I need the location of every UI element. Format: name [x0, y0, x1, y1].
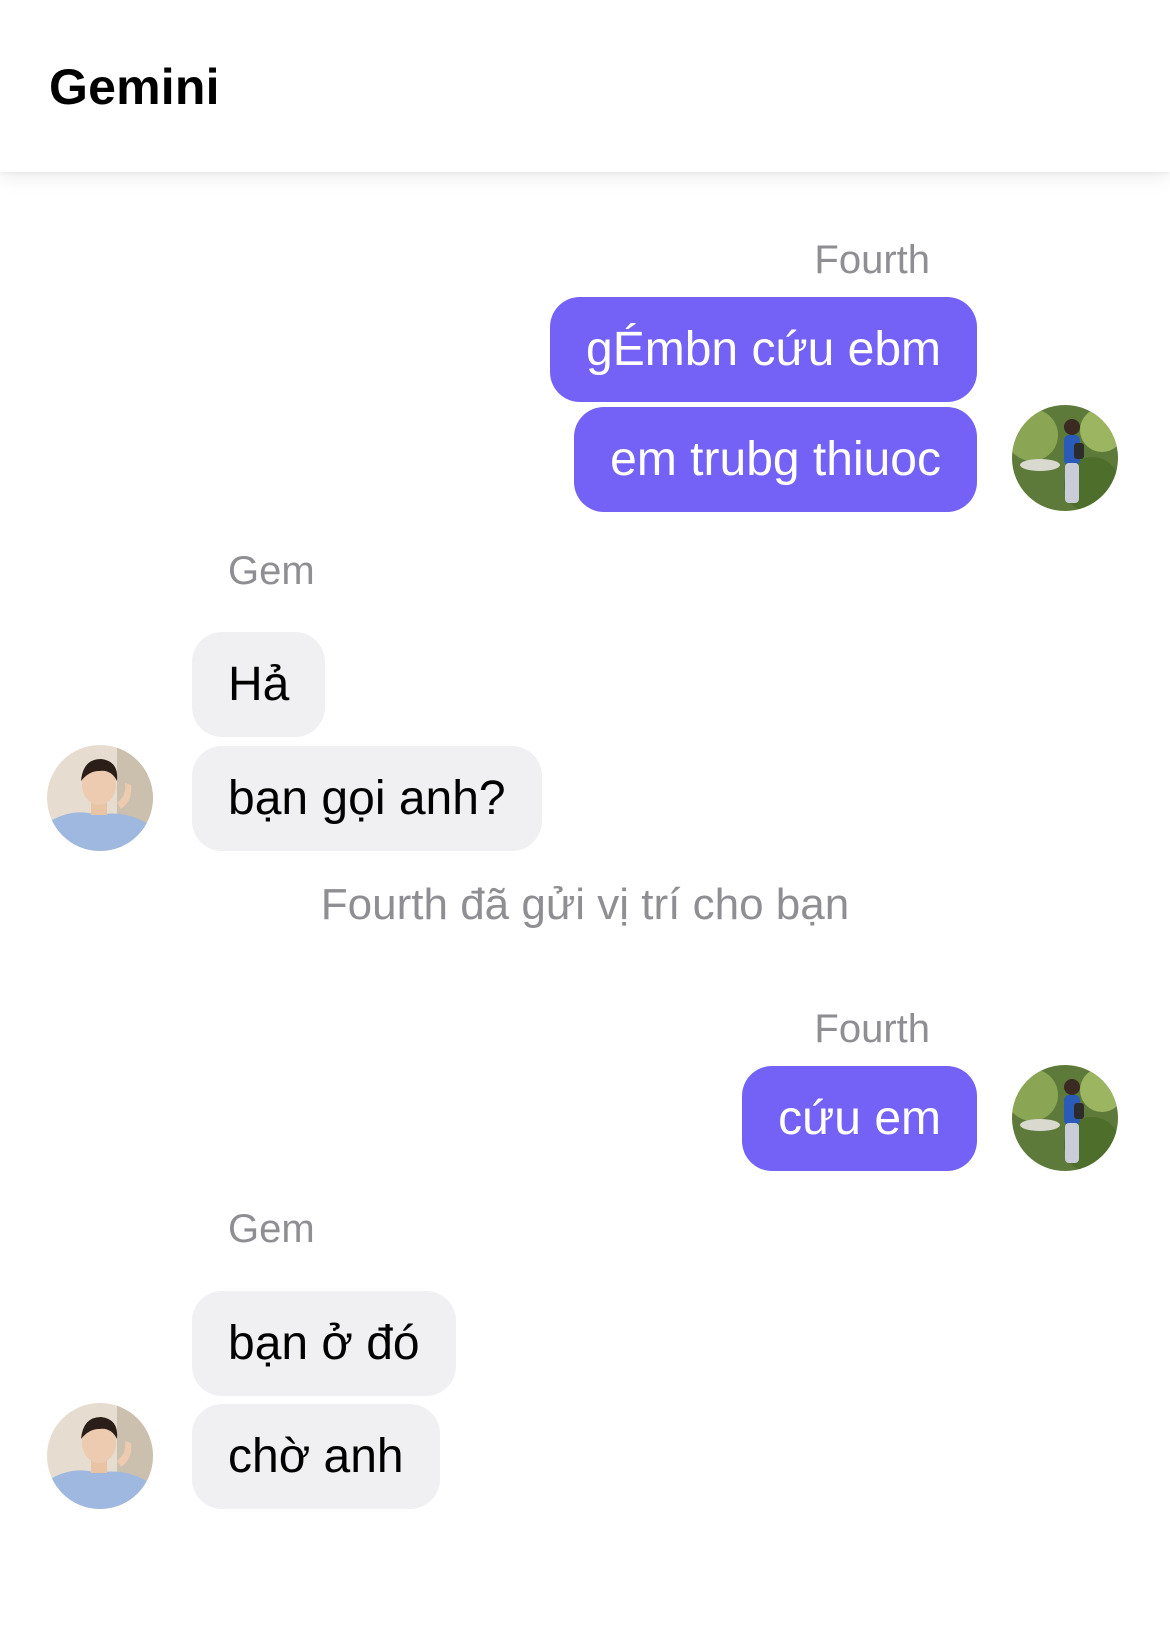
message-bubble-outgoing[interactable]: em trubg thiuoc — [574, 407, 977, 512]
chat-title: Gemini — [49, 59, 220, 115]
avatar-gem[interactable] — [47, 745, 153, 851]
sender-name: Fourth — [814, 1007, 930, 1051]
message-bubble-incoming[interactable]: Hả — [192, 632, 326, 737]
chat-header: Gemini — [0, 0, 1170, 172]
sender-name: Gem — [228, 1207, 315, 1251]
message-bubble-incoming[interactable]: chờ anh — [192, 1404, 440, 1509]
avatar-gem[interactable] — [47, 1403, 153, 1509]
message-bubble-incoming[interactable]: bạn gọi anh? — [192, 746, 542, 851]
avatar-fourth[interactable] — [1012, 405, 1118, 511]
system-note-location: Fourth đã gửi vị trí cho bạn — [320, 880, 850, 929]
sender-name: Gem — [228, 549, 315, 593]
sender-name: Fourth — [814, 238, 930, 282]
message-bubble-incoming[interactable]: bạn ở đó — [192, 1291, 456, 1396]
message-bubble-outgoing[interactable]: cứu em — [742, 1066, 977, 1171]
message-bubble-outgoing[interactable]: gÉmbn cứu ebm — [550, 297, 977, 402]
avatar-fourth[interactable] — [1012, 1065, 1118, 1171]
